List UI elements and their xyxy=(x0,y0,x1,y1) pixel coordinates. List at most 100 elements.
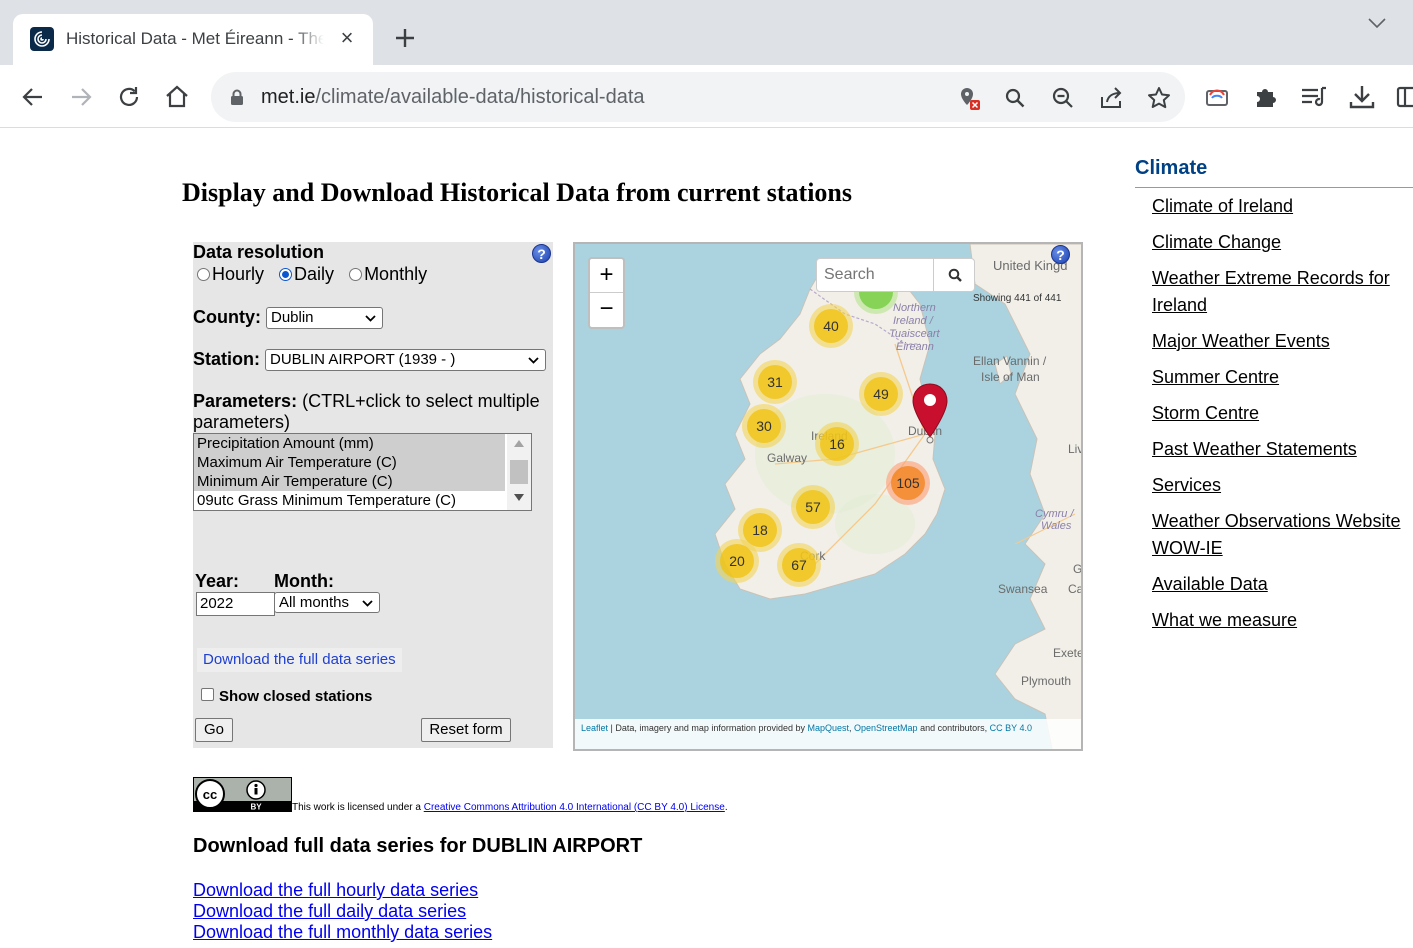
go-button[interactable]: Go xyxy=(195,718,233,742)
openstreetmap-link[interactable]: OpenStreetMap xyxy=(854,723,918,733)
station-cluster[interactable]: 105 xyxy=(886,461,930,505)
reset-form-button[interactable]: Reset form xyxy=(421,718,511,742)
reload-icon[interactable] xyxy=(114,82,144,112)
radio-button[interactable] xyxy=(197,268,210,281)
map-attribution: Leaflet | Data, imagery and map informat… xyxy=(575,719,1081,749)
browser-tab-active[interactable]: Historical Data - Met Éireann - The Iris… xyxy=(13,14,373,65)
search-icon[interactable] xyxy=(1002,85,1028,111)
sidebar-item-major-weather-events[interactable]: Major Weather Events xyxy=(1152,328,1402,355)
parameters-listbox[interactable]: Precipitation Amount (mm) Maximum Air Te… xyxy=(193,433,532,511)
map-zoom-control: + − xyxy=(588,257,625,329)
sidebar-item-available-data[interactable]: Available Data xyxy=(1152,571,1402,598)
map-search-button[interactable] xyxy=(933,258,975,292)
map-label-wales: Wales xyxy=(1041,520,1072,532)
extensions-puzzle-icon[interactable] xyxy=(1251,82,1281,112)
svg-text:cc: cc xyxy=(203,787,217,802)
map-label-galway: Galway xyxy=(767,451,808,465)
show-closed-stations-checkbox[interactable] xyxy=(201,688,214,701)
address-bar[interactable]: met.ie/climate/available-data/historical… xyxy=(211,72,1185,122)
zoom-out-icon[interactable] xyxy=(1050,85,1076,111)
station-cluster[interactable]: 30 xyxy=(742,404,786,448)
download-icon[interactable] xyxy=(1347,82,1377,112)
mapquest-link[interactable]: MapQuest xyxy=(807,723,849,733)
home-icon[interactable] xyxy=(162,82,192,112)
radio-button-selected[interactable] xyxy=(279,268,293,281)
cc-license-link[interactable]: Creative Commons Attribution 4.0 Interna… xyxy=(424,802,725,813)
map-help-icon[interactable]: ? xyxy=(1051,245,1070,264)
station-cluster[interactable]: 16 xyxy=(815,422,859,466)
station-cluster[interactable]: 40 xyxy=(809,304,853,348)
cc-badge-text: BY xyxy=(250,803,262,812)
cc-by-link[interactable]: CC BY 4.0 xyxy=(990,723,1032,733)
sidebar-item-past-weather-statements[interactable]: Past Weather Statements xyxy=(1152,436,1402,463)
side-panel-icon[interactable] xyxy=(1395,82,1413,112)
new-tab-icon[interactable] xyxy=(391,24,419,52)
bookmark-star-icon[interactable] xyxy=(1146,85,1172,111)
sidebar-item-services[interactable]: Services xyxy=(1152,472,1402,499)
list-item[interactable]: Precipitation Amount (mm) xyxy=(194,434,505,453)
creative-commons-badge-icon[interactable]: cc BY xyxy=(193,777,292,812)
scrollbar-thumb[interactable] xyxy=(510,460,528,484)
stations-map[interactable]: United Kingd Northern Ireland / Tuaiscea… xyxy=(573,242,1083,751)
radio-daily[interactable]: Daily xyxy=(279,264,334,285)
station-cluster[interactable]: 31 xyxy=(753,360,797,404)
page-content: Display and Download Historical Data fro… xyxy=(0,129,1413,948)
tab-close-icon[interactable]: × xyxy=(335,27,359,51)
zoom-in-button[interactable]: + xyxy=(590,259,623,293)
sidebar-item-climate-of-ireland[interactable]: Climate of Ireland xyxy=(1152,193,1402,220)
show-closed-stations-label: Show closed stations xyxy=(219,688,373,705)
browser-toolbar: met.ie/climate/available-data/historical… xyxy=(0,65,1413,128)
forward-icon[interactable] xyxy=(66,82,96,112)
share-icon[interactable] xyxy=(1098,85,1124,111)
extension-gallery-icon[interactable] xyxy=(1203,82,1233,112)
station-cluster[interactable]: 67 xyxy=(777,543,821,587)
leaflet-link[interactable]: Leaflet xyxy=(581,723,608,733)
scroll-up-icon[interactable] xyxy=(514,440,524,447)
radio-monthly[interactable]: Monthly xyxy=(349,264,427,285)
sidebar-item-wow-ie[interactable]: Weather Observations Website WOW-IE xyxy=(1152,508,1402,562)
back-icon[interactable] xyxy=(18,82,48,112)
station-select[interactable]: DUBLIN AIRPORT (1939 - ) xyxy=(265,349,546,371)
form-help-icon[interactable]: ? xyxy=(532,244,551,263)
sidebar-item-summer-centre[interactable]: Summer Centre xyxy=(1152,364,1402,391)
county-label: County: xyxy=(193,307,261,327)
historical-data-form: Data resolution ? Hourly Daily Monthly C… xyxy=(193,242,553,748)
list-item[interactable]: Minimum Air Temperature (C) xyxy=(194,472,505,491)
radio-hourly[interactable]: Hourly xyxy=(197,264,264,285)
selected-station-marker-icon[interactable] xyxy=(911,382,949,444)
lock-icon[interactable] xyxy=(230,89,244,105)
sidebar-title: Climate xyxy=(1135,157,1208,179)
month-select[interactable]: All months xyxy=(274,592,380,613)
location-blocked-icon[interactable] xyxy=(956,85,982,111)
listbox-scrollbar[interactable] xyxy=(507,434,531,510)
station-cluster[interactable]: 57 xyxy=(791,485,835,529)
page-title: Display and Download Historical Data fro… xyxy=(182,178,852,207)
download-monthly-link[interactable]: Download the full monthly data series xyxy=(193,922,492,943)
data-resolution-label: Data resolution xyxy=(193,242,325,262)
url-text[interactable]: met.ie/climate/available-data/historical… xyxy=(261,86,645,109)
sidebar-item-climate-change[interactable]: Climate Change xyxy=(1152,229,1402,256)
download-daily-link[interactable]: Download the full daily data series xyxy=(193,901,466,922)
station-label: Station: xyxy=(193,349,260,369)
download-hourly-link[interactable]: Download the full hourly data series xyxy=(193,880,478,901)
list-item[interactable]: Maximum Air Temperature (C) xyxy=(194,453,505,472)
map-label-northern-ireland: Tuaisceart xyxy=(889,328,940,340)
sidebar-item-what-we-measure[interactable]: What we measure xyxy=(1152,607,1402,634)
tab-search-chevron-down-icon[interactable] xyxy=(1366,14,1388,32)
station-cluster[interactable]: 49 xyxy=(859,372,903,416)
county-select[interactable]: Dublin xyxy=(266,307,383,329)
radio-button[interactable] xyxy=(349,268,363,281)
chevron-down-icon xyxy=(528,357,539,364)
year-input[interactable]: 2022 xyxy=(196,592,275,616)
map-search-input[interactable]: Search xyxy=(816,258,934,292)
station-cluster[interactable]: 20 xyxy=(715,539,759,583)
scroll-down-icon[interactable] xyxy=(514,494,524,501)
map-label-plymouth: Plymouth xyxy=(1021,674,1072,688)
download-full-series-button[interactable]: Download the full data series xyxy=(197,648,402,672)
zoom-out-button[interactable]: − xyxy=(590,293,623,327)
list-item[interactable]: 09utc Grass Minimum Temperature (C) xyxy=(194,491,505,510)
sidebar-item-weather-extreme-records[interactable]: Weather Extreme Records for Ireland xyxy=(1152,265,1402,319)
reading-list-icon[interactable] xyxy=(1299,82,1329,112)
sidebar-item-storm-centre[interactable]: Storm Centre xyxy=(1152,400,1402,427)
month-label: Month: xyxy=(274,571,334,591)
